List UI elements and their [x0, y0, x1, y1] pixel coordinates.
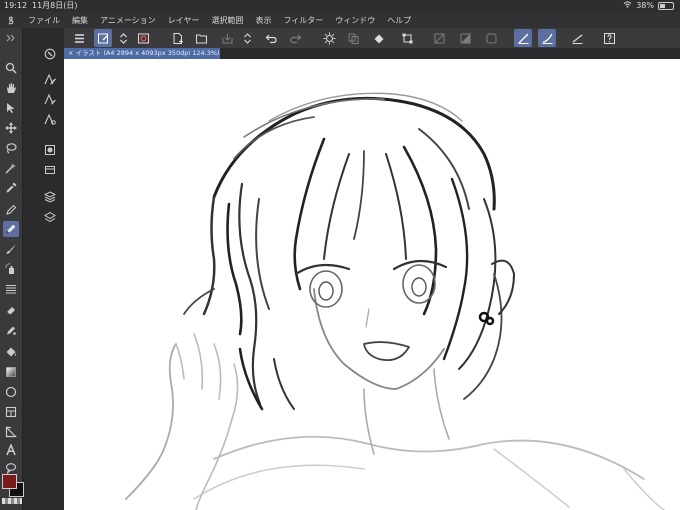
color-swatches: [2, 474, 24, 504]
wifi-icon: [623, 0, 632, 12]
move-tool-icon[interactable]: [3, 120, 19, 136]
figure-tool-icon[interactable]: [3, 384, 19, 400]
decoration-tool-icon[interactable]: [3, 281, 19, 297]
status-bar: 19:12 11月8日(日) 38%: [0, 0, 680, 12]
sketch-artwork: [125, 92, 665, 510]
status-date: 11月8日(日): [32, 1, 78, 10]
stabilizer-b-icon[interactable]: [538, 29, 556, 47]
redo-icon[interactable]: [286, 29, 304, 47]
zoom-tool-icon[interactable]: [3, 60, 19, 76]
save-icon[interactable]: [218, 29, 236, 47]
operation-tool-icon[interactable]: [3, 100, 19, 116]
command-bar: [64, 28, 680, 48]
battery-percent: 38%: [636, 1, 654, 10]
auto-select-icon[interactable]: [3, 160, 19, 176]
menu-layer[interactable]: レイヤー: [162, 15, 206, 26]
chevron-updown-icon[interactable]: [114, 29, 132, 47]
new-file-icon[interactable]: [168, 29, 186, 47]
reference-icon[interactable]: [134, 29, 152, 47]
tool-palette: [0, 28, 24, 510]
eyedropper-icon[interactable]: [3, 180, 19, 196]
menu-bar: ꝸ ファイル 編集 アニメーション レイヤー 選択範囲 表示 フィルター ウィン…: [0, 12, 680, 28]
menu-animation[interactable]: アニメーション: [94, 15, 162, 26]
undo-icon[interactable]: [262, 29, 280, 47]
gradient-tool-icon[interactable]: [3, 364, 19, 380]
subtool-material-icon[interactable]: [42, 162, 58, 178]
settings-icon[interactable]: [320, 29, 338, 47]
menu-view[interactable]: 表示: [249, 15, 277, 26]
lasso-tool-icon[interactable]: [3, 140, 19, 156]
menu-edit[interactable]: 編集: [66, 15, 94, 26]
subtool-stack-a-icon[interactable]: [42, 189, 58, 205]
menu-help[interactable]: ヘルプ: [381, 15, 417, 26]
blend-tool-icon[interactable]: [3, 322, 19, 338]
menu-icon[interactable]: [70, 29, 88, 47]
hand-tool-icon[interactable]: [3, 80, 19, 96]
pencil-tool-icon[interactable]: [3, 221, 19, 237]
transparent-color-swatch[interactable]: [2, 498, 22, 504]
copy-icon[interactable]: [344, 29, 362, 47]
drawing-canvas[interactable]: [64, 59, 680, 510]
fill-tool-icon[interactable]: [3, 344, 19, 360]
menu-file[interactable]: ファイル: [22, 15, 66, 26]
app-logo-icon[interactable]: ꝸ: [0, 13, 22, 27]
stabilizer-a-icon[interactable]: [514, 29, 532, 47]
ruler-tool-icon[interactable]: [3, 424, 19, 440]
airbrush-tool-icon[interactable]: [3, 261, 19, 277]
menu-filter[interactable]: フィルター: [277, 15, 329, 26]
foreground-color-swatch[interactable]: [2, 474, 17, 489]
subtool-pencil-c-icon[interactable]: [42, 112, 58, 128]
text-tool-icon[interactable]: [3, 442, 19, 458]
sub-tool-palette: [38, 44, 62, 510]
collapse-icon[interactable]: [3, 30, 19, 46]
status-right: 38%: [623, 0, 674, 12]
battery-icon: [658, 2, 674, 10]
canvas-area[interactable]: [64, 59, 680, 510]
menu-window[interactable]: ウィンドウ: [329, 15, 381, 26]
layer-select-icon[interactable]: [94, 29, 112, 47]
export-icon[interactable]: [238, 29, 256, 47]
subtool-pencil-a-icon[interactable]: [42, 72, 58, 88]
pen-tool-icon[interactable]: [3, 202, 19, 218]
frame-tool-icon[interactable]: [3, 404, 19, 420]
stabilizer-c-icon[interactable]: [568, 29, 586, 47]
subtool-pencil-b-icon[interactable]: [42, 92, 58, 108]
menu-selection[interactable]: 選択範囲: [205, 15, 249, 26]
selection-border-icon[interactable]: [482, 29, 500, 47]
document-tab[interactable]: × イラスト (A4 2894 x 4093px 350dpi 124.3%): [64, 48, 220, 59]
status-time: 19:12: [4, 1, 28, 10]
subtool-stop-icon[interactable]: [42, 46, 58, 62]
fill-icon[interactable]: [370, 29, 388, 47]
subtool-layer-icon[interactable]: [42, 142, 58, 158]
help-icon[interactable]: [600, 29, 618, 47]
brush-tool-icon[interactable]: [3, 241, 19, 257]
invert-selection-icon[interactable]: [456, 29, 474, 47]
eraser-tool-icon[interactable]: [3, 302, 19, 318]
clear-selection-icon[interactable]: [430, 29, 448, 47]
subtool-stack-b-icon[interactable]: [42, 209, 58, 225]
open-file-icon[interactable]: [192, 29, 210, 47]
transform-icon[interactable]: [398, 29, 416, 47]
